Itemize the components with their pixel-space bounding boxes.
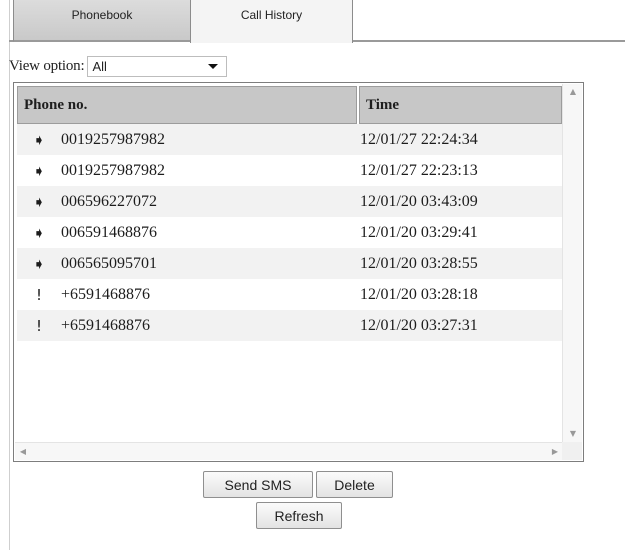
table-body: ➧ 0019257987982 12/01/27 22:24:34 ➧ 00192579… xyxy=(17,124,562,341)
scroll-left-icon[interactable]: ◀ xyxy=(15,443,31,461)
send-sms-button[interactable]: Send SMS xyxy=(203,471,313,498)
phone-number-cell: +6591468876 xyxy=(61,285,151,303)
time-cell: 12/01/20 03:27:31 xyxy=(360,316,478,334)
phone-number-cell: 006591468876 xyxy=(61,223,157,241)
missed-call-icon: ! xyxy=(35,316,42,335)
view-option-select[interactable]: All xyxy=(87,55,228,77)
phone-number-cell: 006565095701 xyxy=(61,254,157,272)
horizontal-scrollbar[interactable]: ◀ ▶ xyxy=(15,442,563,460)
tab-phonebook[interactable]: Phonebook xyxy=(13,0,191,42)
table-row[interactable]: ➧ 006591468876 12/01/20 03:29:41 xyxy=(17,217,562,248)
refresh-button[interactable]: Refresh xyxy=(256,502,342,529)
table-row[interactable]: ! +6591468876 12/01/20 03:28:18 xyxy=(17,279,562,310)
vertical-scrollbar[interactable]: ▲ ▼ xyxy=(562,84,582,442)
view-option-row: View option: All xyxy=(9,55,228,77)
table-row[interactable]: ➧ 0019257987982 12/01/27 22:23:13 xyxy=(17,155,562,186)
delete-button[interactable]: Delete xyxy=(316,471,393,498)
table-row[interactable]: ! +6591468876 12/01/20 03:27:31 xyxy=(17,310,562,341)
view-option-label: View option: xyxy=(9,57,85,74)
missed-call-icon: ! xyxy=(35,285,42,304)
table-row[interactable]: ➧ 006565095701 12/01/20 03:28:55 xyxy=(17,248,562,279)
outgoing-call-icon: ➧ xyxy=(32,130,46,149)
time-cell: 12/01/20 03:28:18 xyxy=(360,285,478,303)
column-header-phone[interactable]: Phone no. xyxy=(17,86,357,124)
table-row[interactable]: ➧ 006596227072 12/01/20 03:43:09 xyxy=(17,186,562,217)
call-history-table: Phone no. Time ➧ 0019257987982 12/01/27 22… xyxy=(13,82,584,462)
scroll-down-icon[interactable]: ▼ xyxy=(563,426,583,442)
phone-number-cell: +6591468876 xyxy=(61,316,151,334)
time-cell: 12/01/27 22:24:34 xyxy=(360,130,478,148)
scrollbar-corner xyxy=(562,442,582,460)
outgoing-call-icon: ➧ xyxy=(32,223,46,242)
phone-number-cell: 0019257987982 xyxy=(61,161,165,179)
time-cell: 12/01/20 03:43:09 xyxy=(360,192,478,210)
phone-number-cell: 006596227072 xyxy=(61,192,157,210)
chevron-down-icon xyxy=(208,63,219,69)
scroll-up-icon[interactable]: ▲ xyxy=(563,84,583,100)
scroll-right-icon[interactable]: ▶ xyxy=(547,443,563,461)
outgoing-call-icon: ➧ xyxy=(32,192,46,211)
left-border xyxy=(9,0,10,550)
tab-call-history[interactable]: Call History xyxy=(190,0,353,43)
time-cell: 12/01/27 22:23:13 xyxy=(360,161,478,179)
table-row[interactable]: ➧ 0019257987982 12/01/27 22:24:34 xyxy=(17,124,562,155)
phone-number-cell: 0019257987982 xyxy=(61,130,165,148)
view-option-value: All xyxy=(92,58,107,74)
table-header: Phone no. Time xyxy=(17,86,562,124)
time-cell: 12/01/20 03:29:41 xyxy=(360,223,478,241)
tab-bar: Phonebook Call History xyxy=(9,0,625,43)
outgoing-call-icon: ➧ xyxy=(32,254,46,273)
column-header-time[interactable]: Time xyxy=(359,86,562,124)
time-cell: 12/01/20 03:28:55 xyxy=(360,254,478,272)
outgoing-call-icon: ➧ xyxy=(32,161,46,180)
